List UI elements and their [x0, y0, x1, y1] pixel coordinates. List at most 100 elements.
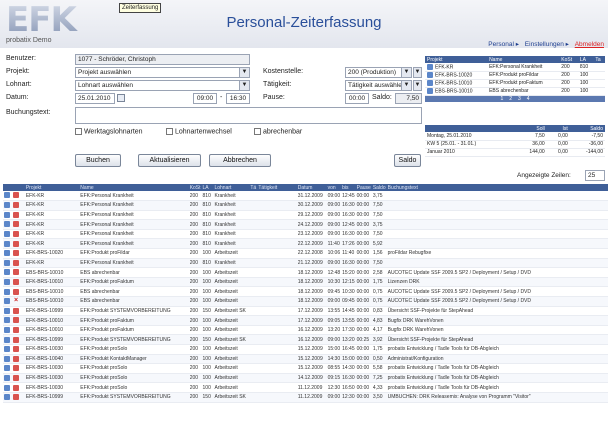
page-link[interactable]: 4 — [527, 96, 530, 102]
table-row[interactable]: EBS-BRS-10010 EBS abrechenbar 200 100 Arbeit… — [3, 267, 608, 278]
edit-icon[interactable] — [4, 384, 10, 391]
delete-icon[interactable] — [13, 221, 19, 228]
delete-icon[interactable] — [13, 394, 19, 401]
edit-icon[interactable] — [4, 221, 10, 228]
nav-einstellungen[interactable]: Einstellungen ▸ — [525, 41, 569, 48]
edit-icon[interactable] — [4, 307, 10, 314]
edit-icon[interactable] — [4, 278, 10, 285]
delete-icon[interactable] — [13, 346, 19, 353]
time-from-input[interactable]: 09:00 — [193, 93, 217, 104]
table-row[interactable]: EFK-BRS-10020 EFK:Produkt proFildar 200 100… — [3, 248, 608, 259]
edit-icon[interactable] — [4, 355, 10, 362]
table-row[interactable]: EFK-BRS-10030 EFK:Produkt proSolo 200 100 Ar… — [3, 363, 608, 374]
main-col-header[interactable]: Tä — [249, 184, 258, 191]
table-row[interactable]: EFK-KR EFK:Personal Krankheit 200 810 Krankh… — [3, 191, 608, 202]
project-favorite-row[interactable]: EFK-BRS-10020 EFK:Produkt proFildar 200 100 — [425, 71, 605, 80]
main-col-header[interactable]: Name — [79, 184, 189, 191]
edit-icon[interactable] — [4, 326, 10, 333]
main-col-header[interactable] — [3, 184, 25, 191]
table-row[interactable]: EFK-BRS-10010 EFK:Produkt proFaktum 200 100… — [3, 277, 608, 288]
table-row[interactable]: EFK-BRS-10999 EFK:Produkt SYSTEMVORBEREIT… — [3, 306, 608, 317]
table-row[interactable]: EFK-BRS-10030 EFK:Produkt proSolo 200 100 Ar… — [3, 373, 608, 384]
edit-icon[interactable] — [4, 394, 10, 401]
table-row[interactable]: EBS-BRS-10010 EBS abrechenbar 200 100 Arbeit… — [3, 286, 608, 298]
table-row[interactable]: EFK-KR EFK:Personal Krankheit 200 810 Krankh… — [3, 210, 608, 221]
edit-icon[interactable] — [4, 298, 10, 305]
table-row[interactable]: EFK-BRS-10999 EFK:Produkt SYSTEMVORBEREIT… — [3, 334, 608, 345]
werktag-checkbox[interactable] — [75, 128, 82, 135]
delete-icon[interactable] — [13, 326, 19, 333]
edit-icon[interactable] — [4, 240, 10, 247]
werktag-checkbox-group[interactable]: Werktagslohnarten — [75, 128, 143, 135]
edit-icon[interactable] — [4, 250, 10, 257]
main-col-header[interactable]: Buchungstext — [386, 184, 608, 191]
nav-abmelden[interactable]: Abmelden — [575, 41, 604, 48]
main-col-header[interactable]: Projekt — [24, 184, 80, 191]
edit-icon[interactable] — [4, 346, 10, 353]
aktualisieren-button[interactable]: Aktualisieren — [138, 154, 201, 167]
main-col-header[interactable]: Saldo — [371, 184, 387, 191]
delete-icon[interactable] — [13, 336, 19, 343]
table-row[interactable]: EFK-BRS-10030 EFK:Produkt proSolo 200 100 Ar… — [3, 344, 608, 355]
project-favorite-row[interactable]: EBS-BRS-10010 EBS abrechenbar 200 100 — [425, 87, 605, 96]
main-col-header[interactable]: KoSt — [188, 184, 202, 191]
close-icon[interactable]: × — [13, 297, 19, 304]
edit-icon[interactable] — [4, 288, 10, 295]
delete-icon[interactable] — [13, 365, 19, 372]
main-col-header[interactable]: Datum — [296, 184, 327, 191]
abrechenbar-checkbox-group[interactable]: abrechenbar — [254, 128, 302, 135]
time-to-input[interactable]: 16:30 — [226, 93, 250, 104]
delete-icon[interactable] — [13, 250, 19, 257]
delete-icon[interactable] — [13, 278, 19, 285]
main-col-header[interactable]: Lohnart — [213, 184, 250, 191]
delete-icon[interactable] — [13, 259, 19, 266]
main-col-header[interactable]: Pause — [355, 184, 372, 191]
abrechenbar-checkbox[interactable] — [254, 128, 261, 135]
table-row[interactable]: EFK-BRS-10010 EFK:Produkt proFaktum 200 100… — [3, 325, 608, 336]
project-favorite-row[interactable]: EFK-BRS-10010 EFK:Produkt proFaktum 200 100 — [425, 79, 605, 88]
delete-icon[interactable] — [13, 317, 19, 324]
table-row[interactable]: EFK-KR EFK:Personal Krankheit 200 810 Krankh… — [3, 238, 608, 250]
delete-icon[interactable] — [13, 384, 19, 391]
project-favorite-row[interactable]: EFK-KR EFK:Personal Krankheit 200 810 — [425, 63, 605, 72]
edit-icon[interactable] — [4, 231, 10, 237]
main-col-header[interactable]: LA — [201, 184, 214, 191]
table-row[interactable]: EFK-BRS-10040 EFK:Produkt KontaktManager 2… — [3, 354, 608, 365]
edit-icon[interactable] — [4, 365, 10, 372]
page-link[interactable]: 2 — [509, 96, 512, 102]
edit-icon[interactable] — [4, 336, 10, 343]
nav-personal[interactable]: Personal ▸ — [488, 41, 519, 48]
lohnart-select[interactable]: Lohnart auswählen ▼ — [75, 80, 250, 91]
page-link[interactable]: 1 — [500, 96, 503, 102]
saldo-button[interactable]: Saldo — [394, 154, 421, 167]
taetigkeit-select[interactable]: Tätigkeit auswählen ▼ — [345, 80, 412, 91]
table-row[interactable]: EFK-KR EFK:Personal Krankheit 200 810 Krankh… — [3, 258, 608, 269]
abbrechen-button[interactable]: Abbrechen — [209, 154, 271, 167]
delete-icon[interactable] — [13, 202, 19, 209]
edit-icon[interactable] — [4, 269, 10, 276]
kostenstelle-select[interactable]: 200 (Produktion) ▼ — [345, 67, 412, 78]
delete-icon[interactable] — [13, 240, 19, 247]
main-col-header[interactable]: von — [326, 184, 342, 191]
main-col-header[interactable]: bis — [341, 184, 356, 191]
delete-icon[interactable] — [13, 211, 19, 218]
delete-icon[interactable] — [13, 307, 19, 314]
table-row[interactable]: EFK-KR EFK:Personal Krankheit 200 810 Krankh… — [3, 229, 608, 240]
table-row[interactable]: EFK-BRS-10010 EFK:Produkt proFaktum 200 100… — [3, 315, 608, 326]
edit-icon[interactable] — [4, 211, 10, 218]
edit-icon[interactable] — [4, 259, 10, 266]
lohnartwechsel-checkbox-group[interactable]: Lohnartenwechsel — [166, 128, 232, 135]
table-row[interactable]: EFK-KR EFK:Personal Krankheit 200 810 Krankh… — [3, 219, 608, 230]
rows-input[interactable]: 25 — [585, 170, 605, 181]
delete-icon[interactable] — [13, 355, 19, 362]
table-row[interactable]: × EBS-BRS-10010 EBS abrechenbar 200 100 Arbei… — [3, 296, 608, 307]
datum-input[interactable]: 25.01.2010 — [75, 93, 115, 104]
delete-icon[interactable] — [13, 288, 19, 295]
table-row[interactable]: EFK-KR EFK:Personal Krankheit 200 810 Krankh… — [3, 200, 608, 211]
pause-input[interactable]: 00:00 — [345, 93, 369, 104]
main-col-header[interactable]: Tätigkeit — [257, 184, 297, 191]
delete-icon[interactable] — [13, 374, 19, 381]
edit-icon[interactable] — [4, 202, 10, 209]
projekt-select[interactable]: Projekt auswählen ▼ — [75, 67, 250, 78]
buchungstext-input[interactable] — [75, 107, 422, 124]
